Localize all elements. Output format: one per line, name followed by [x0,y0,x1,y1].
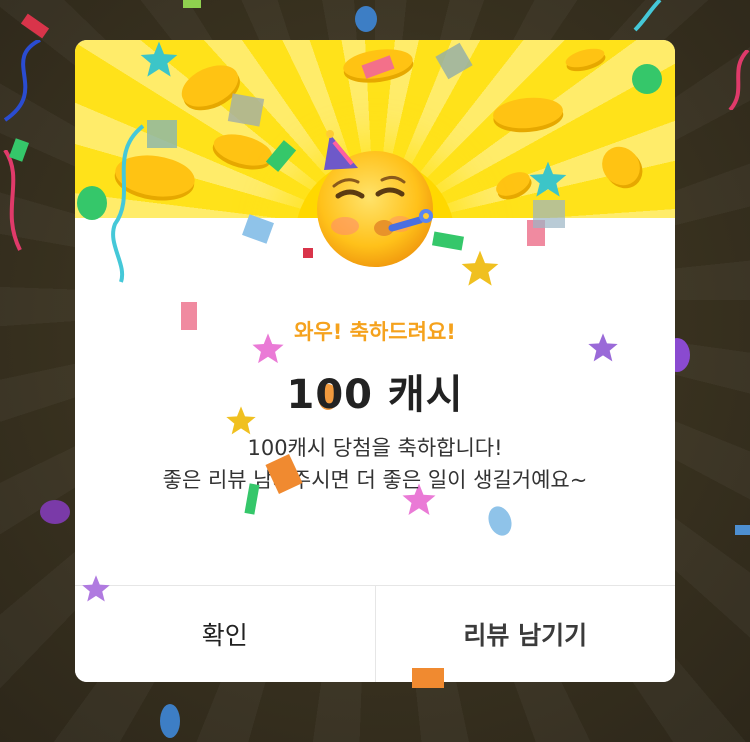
dialog-button-row: 확인 리뷰 남기기 [75,585,675,682]
congrats-subtitle: 와우! 축하드려요! [294,320,456,344]
reward-amount-highlight: 0 [315,372,345,418]
confetti-piece [484,503,516,539]
congrats-message-line1: 100캐시 당첨을 축하합니다! [247,436,503,460]
congrats-message-line2: 좋은 리뷰 남겨주시면 더 좋은 일이 생길거예요~ [162,468,588,492]
confetti-piece [527,220,545,246]
reward-amount-suffix: 0 캐시 [344,372,464,418]
partying-face-icon [300,124,450,274]
write-review-button[interactable]: 리뷰 남기기 [375,586,675,682]
reward-amount: 100 캐시 [75,362,675,420]
star-confetti [460,248,500,290]
reward-dialog: 와우! 축하드려요! 100 캐시 100캐시 당첨을 축하합니다! 좋은 리뷰… [75,40,675,682]
reward-amount-prefix: 1 [286,372,316,418]
confirm-button[interactable]: 확인 [75,586,376,682]
confetti-piece [242,214,274,244]
